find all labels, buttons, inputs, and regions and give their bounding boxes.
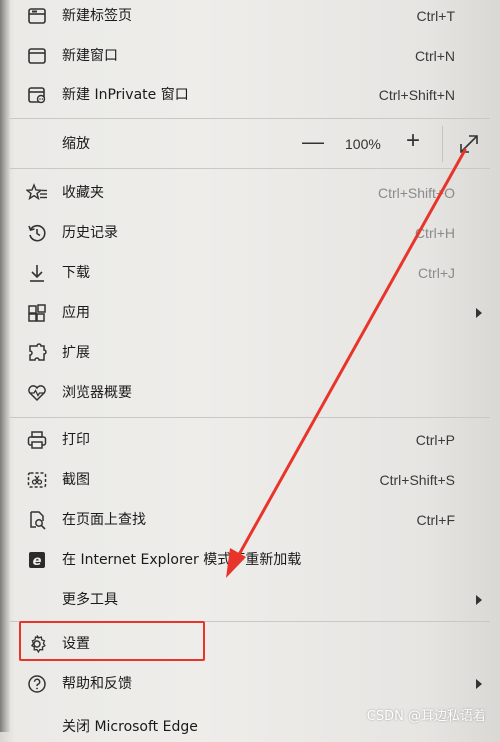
apps-icon <box>26 302 48 324</box>
ie-icon: e <box>26 549 48 571</box>
print-icon <box>26 429 48 451</box>
menu-item-label: 新建窗口 <box>62 48 118 64</box>
menu-item-shortcut: Ctrl+Shift+S <box>379 472 455 488</box>
zoom-in-button[interactable]: + <box>406 126 420 156</box>
menu-item-screenshot[interactable]: 截图 Ctrl+Shift+S <box>10 462 490 498</box>
menu-divider <box>10 417 490 418</box>
find-icon <box>26 509 48 531</box>
menu-item-label: 截图 <box>62 472 90 488</box>
zoom-separator <box>442 126 443 162</box>
screenshot-icon <box>26 469 48 491</box>
menu-item-print[interactable]: 打印 Ctrl+P <box>10 422 490 458</box>
left-edge <box>0 0 10 732</box>
heart-pulse-icon <box>26 382 48 404</box>
menu-item-label: 应用 <box>62 305 90 321</box>
menu-item-shortcut: Ctrl+J <box>418 265 455 281</box>
watermark: CSDN @耳边私语着 <box>366 709 486 724</box>
menu-item-extensions[interactable]: 扩展 <box>10 335 490 371</box>
fullscreen-icon[interactable] <box>456 131 482 157</box>
menu-item-shortcut: Ctrl+Shift+N <box>378 87 455 103</box>
menu-divider <box>10 168 490 169</box>
new-window-icon <box>26 45 48 67</box>
menu-item-label: 打印 <box>62 432 90 448</box>
zoom-level: 100% <box>345 136 381 152</box>
menu-item-label: 历史记录 <box>62 225 118 241</box>
menu-item-label: 新建 InPrivate 窗口 <box>62 87 189 103</box>
help-icon <box>26 673 48 695</box>
download-icon <box>26 262 48 284</box>
menu-item-shortcut: Ctrl+Shift+O <box>377 185 455 201</box>
menu-item-shortcut: Ctrl+H <box>414 225 455 241</box>
menu-item-new-tab[interactable]: 新建标签页 Ctrl+T <box>10 0 490 34</box>
menu-item-label: 收藏夹 <box>62 185 104 201</box>
inprivate-icon <box>26 84 48 106</box>
favorites-icon <box>26 182 48 204</box>
submenu-arrow-icon <box>476 308 482 318</box>
menu-item-label: 帮助和反馈 <box>62 676 132 692</box>
extensions-icon <box>26 342 48 364</box>
menu-item-shortcut: Ctrl+F <box>416 512 456 528</box>
submenu-arrow-icon <box>476 679 482 689</box>
menu-item-label: 下载 <box>62 265 90 281</box>
new-tab-icon <box>26 5 48 27</box>
svg-text:e: e <box>33 554 42 569</box>
menu-item-browser-essentials[interactable]: 浏览器概要 <box>10 375 490 411</box>
menu-item-label: 在页面上查找 <box>62 512 146 528</box>
menu-item-favorites[interactable]: 收藏夹 Ctrl+Shift+O <box>10 175 490 211</box>
menu-item-more-tools[interactable]: 更多工具 <box>10 582 490 618</box>
history-icon <box>26 222 48 244</box>
menu-item-shortcut: Ctrl+N <box>414 48 455 64</box>
menu-item-new-inprivate[interactable]: 新建 InPrivate 窗口 Ctrl+Shift+N <box>10 77 490 113</box>
menu-item-label: 浏览器概要 <box>62 385 132 401</box>
menu-item-shortcut: Ctrl+P <box>415 432 455 448</box>
menu-item-shortcut: Ctrl+T <box>416 8 456 24</box>
menu-item-label: 新建标签页 <box>62 8 132 24</box>
menu-item-find[interactable]: 在页面上查找 Ctrl+F <box>10 502 490 538</box>
menu-item-history[interactable]: 历史记录 Ctrl+H <box>10 215 490 251</box>
zoom-out-button[interactable]: — <box>302 128 324 156</box>
menu-item-apps[interactable]: 应用 <box>10 295 490 331</box>
submenu-arrow-icon <box>476 595 482 605</box>
menu-item-help[interactable]: 帮助和反馈 <box>10 666 490 702</box>
menu-item-label: 扩展 <box>62 345 90 361</box>
menu-item-label: 更多工具 <box>62 592 118 608</box>
menu-item-ie-mode[interactable]: e 在 Internet Explorer 模式下重新加载 <box>10 542 490 578</box>
menu-item-label: 关闭 Microsoft Edge <box>62 719 198 735</box>
menu-item-label: 在 Internet Explorer 模式下重新加载 <box>62 552 302 568</box>
menu-item-downloads[interactable]: 下载 Ctrl+J <box>10 255 490 291</box>
zoom-label: 缩放 <box>62 136 90 152</box>
menu-divider <box>10 118 490 119</box>
settings-highlight-box <box>19 621 205 661</box>
menu-item-new-window[interactable]: 新建窗口 Ctrl+N <box>10 38 490 74</box>
